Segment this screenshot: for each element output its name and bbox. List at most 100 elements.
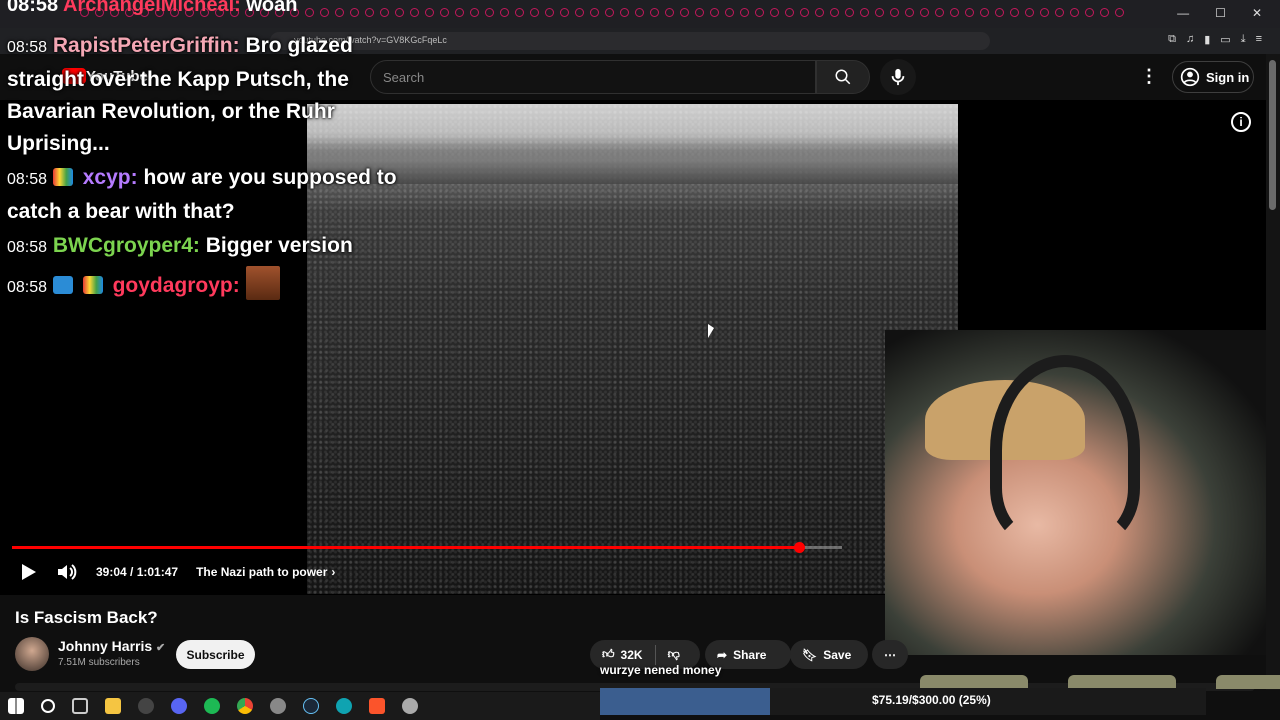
steam-icon[interactable] <box>303 698 319 714</box>
browser-tab-icon[interactable] <box>680 8 689 17</box>
volume-icon[interactable] <box>56 562 78 582</box>
browser-tab-icon[interactable] <box>545 8 554 17</box>
browser-tab-icon[interactable] <box>800 8 809 17</box>
save-button[interactable]: 🔖︎ Save <box>790 640 868 669</box>
browser-tab-icon[interactable] <box>995 8 1004 17</box>
browser-tab-icon[interactable] <box>335 8 344 17</box>
voice-search-button[interactable] <box>880 59 916 95</box>
browser-tab-icon[interactable] <box>860 8 869 17</box>
channel-avatar[interactable] <box>15 637 49 671</box>
browser-tab-icon[interactable] <box>755 8 764 17</box>
browser-tab-icon[interactable] <box>875 8 884 17</box>
browser-tab-icon[interactable] <box>845 8 854 17</box>
browser-tab-icon[interactable] <box>590 8 599 17</box>
browser-tab-icon[interactable] <box>1115 8 1124 17</box>
discord-icon[interactable] <box>171 698 187 714</box>
browser-tab-icon[interactable] <box>560 8 569 17</box>
close-icon[interactable]: ✕ <box>1252 6 1262 20</box>
like-icon[interactable]: 👍︎ <box>602 647 615 662</box>
obs-icon[interactable] <box>138 698 154 714</box>
browser-tab-icon[interactable] <box>515 8 524 17</box>
file-explorer-icon[interactable] <box>105 698 121 714</box>
browser-tab-icon[interactable] <box>785 8 794 17</box>
browser-tab-icon[interactable] <box>395 8 404 17</box>
browser-tab-icon[interactable] <box>710 8 719 17</box>
browser-tab-icon[interactable] <box>1055 8 1064 17</box>
windows-start-icon[interactable] <box>8 698 24 714</box>
progress-scrubber[interactable] <box>794 542 805 553</box>
browser-menu-icon[interactable]: ≡ <box>1256 33 1262 46</box>
like-count[interactable]: 32K <box>621 648 643 662</box>
browser-tab-icon[interactable] <box>530 8 539 17</box>
browser-tab-icon[interactable] <box>440 8 449 17</box>
browser-tab-icon[interactable] <box>965 8 974 17</box>
search-button[interactable] <box>816 60 870 94</box>
more-actions-button[interactable]: ⋯ <box>872 640 908 669</box>
browser-tab-icon[interactable] <box>725 8 734 17</box>
scrollbar-thumb[interactable] <box>1269 60 1276 210</box>
browser-tab-icon[interactable] <box>455 8 464 17</box>
browser-tab-icon[interactable] <box>1070 8 1079 17</box>
browser-tab-icon[interactable] <box>1100 8 1109 17</box>
browser-tab-icon[interactable] <box>1010 8 1019 17</box>
browser-tab-icon[interactable] <box>365 8 374 17</box>
browser-tab-icon[interactable] <box>650 8 659 17</box>
minimize-icon[interactable]: — <box>1177 6 1189 20</box>
music-icon[interactable]: ♫ <box>1186 33 1194 46</box>
chrome-icon[interactable] <box>237 698 253 714</box>
browser-tab-icon[interactable] <box>950 8 959 17</box>
browser-tab-icon[interactable] <box>665 8 674 17</box>
browser-tab-icon[interactable] <box>1085 8 1094 17</box>
browser-tab-icon[interactable] <box>890 8 899 17</box>
browser-tab-icon[interactable] <box>935 8 944 17</box>
browser-tab-icon[interactable] <box>905 8 914 17</box>
browser-tab-icon[interactable] <box>470 8 479 17</box>
browser-tab-icon[interactable] <box>320 8 329 17</box>
browser-tab-icon[interactable] <box>830 8 839 17</box>
info-icon[interactable]: i <box>1231 112 1251 132</box>
thumbnail[interactable] <box>1068 675 1176 689</box>
browser-tab-icon[interactable] <box>770 8 779 17</box>
app-icon[interactable] <box>270 698 286 714</box>
browser-tab-icon[interactable] <box>815 8 824 17</box>
browser-tab-icon[interactable] <box>485 8 494 17</box>
browser-tab-icon[interactable] <box>305 8 314 17</box>
browser-tab-icon[interactable] <box>410 8 419 17</box>
browser-tab-icon[interactable] <box>920 8 929 17</box>
browser-tab-icon[interactable] <box>425 8 434 17</box>
maximize-icon[interactable]: ☐ <box>1215 6 1226 20</box>
browser-tab-icon[interactable] <box>635 8 644 17</box>
browser-tab-icon[interactable] <box>500 8 509 17</box>
app-icon[interactable] <box>402 698 418 714</box>
thumbnail[interactable] <box>1216 675 1280 689</box>
browser-tab-icon[interactable] <box>695 8 704 17</box>
subscribe-button[interactable]: Subscribe <box>176 640 255 669</box>
channel-name[interactable]: Johnny Harris ✔ <box>58 638 165 654</box>
chevron-right-icon[interactable]: › <box>331 565 335 579</box>
download-icon[interactable]: ⤓ <box>1241 33 1246 46</box>
spotify-icon[interactable] <box>204 698 220 714</box>
browser-tab-icon[interactable] <box>575 8 584 17</box>
browser-tab-icon[interactable] <box>605 8 614 17</box>
thumbnail[interactable] <box>920 675 1028 689</box>
settings-menu-icon[interactable]: ⋮ <box>1140 66 1158 87</box>
search-input[interactable]: Search <box>370 60 816 94</box>
browser-tab-icon[interactable] <box>980 8 989 17</box>
chapter-title[interactable]: The Nazi path to power <box>196 565 327 579</box>
browser-tab-icon[interactable] <box>740 8 749 17</box>
browser-tab-icon[interactable] <box>380 8 389 17</box>
sidebar-icon[interactable]: ▮ <box>1204 33 1210 46</box>
sign-in-button[interactable]: Sign in <box>1172 61 1254 93</box>
browser-tab-icon[interactable] <box>1025 8 1034 17</box>
browser-tab-icon[interactable] <box>350 8 359 17</box>
browser-tab-icon[interactable] <box>1040 8 1049 17</box>
browser-tab-icon[interactable] <box>620 8 629 17</box>
wallet-icon[interactable]: ▭ <box>1220 33 1230 46</box>
extensions-icon[interactable]: ⧉ <box>1168 33 1176 46</box>
play-icon[interactable] <box>18 562 38 582</box>
edge-icon[interactable] <box>336 698 352 714</box>
brave-icon[interactable] <box>369 698 385 714</box>
dislike-icon[interactable]: 👎︎ <box>668 647 680 662</box>
search-icon[interactable] <box>41 699 55 713</box>
task-view-icon[interactable] <box>72 698 88 714</box>
